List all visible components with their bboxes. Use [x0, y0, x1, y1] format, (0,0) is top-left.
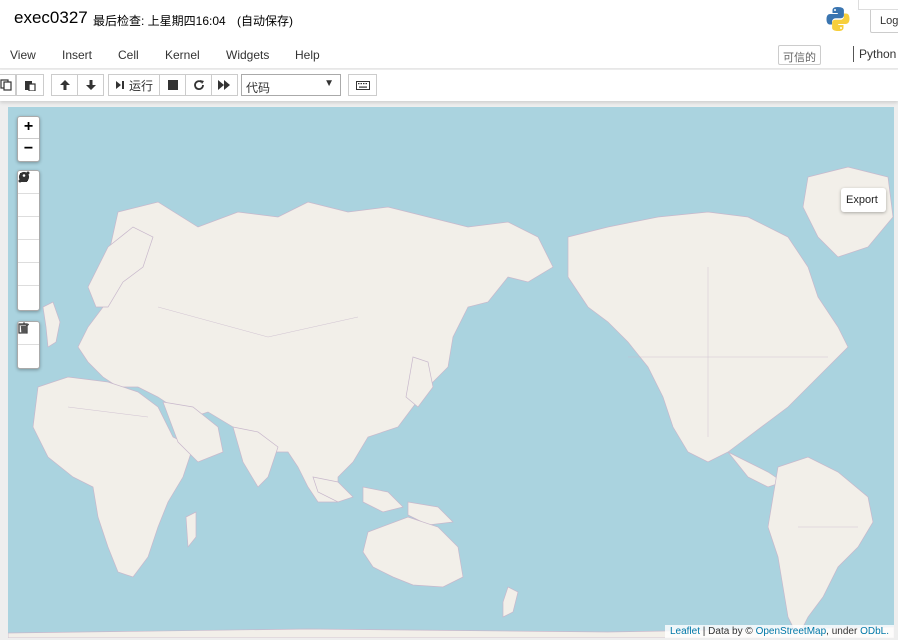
menu-kernel[interactable]: Kernel [165, 48, 200, 62]
draw-marker-button[interactable] [18, 173, 39, 286]
circle-marker-icon [18, 171, 30, 183]
map-view[interactable]: + − Export Leaflet | Data by © OpenStree… [8, 107, 894, 638]
copy-cell-button[interactable] [0, 74, 16, 96]
trusted-indicator[interactable]: 可信的 [778, 45, 821, 65]
menubar: View Insert Cell Kernel Widgets Help 可信的… [0, 42, 898, 69]
map-attribution: Leaflet | Data by © OpenStreetMap, under… [664, 625, 894, 638]
draw-polygon-button[interactable] [18, 172, 39, 217]
world-map-tiles [8, 166, 894, 638]
cell-type-select[interactable]: 代码 ▼ [241, 74, 341, 96]
osm-link[interactable]: OpenStreetMap [756, 626, 827, 637]
keyboard-icon [355, 80, 370, 90]
python-logo-icon [826, 7, 850, 31]
attribution-under: , under [826, 626, 858, 637]
chevron-down-icon: ▼ [324, 78, 334, 89]
trash-icon [20, 322, 28, 334]
arrow-up-icon [59, 80, 70, 90]
run-button[interactable]: 运行 [108, 74, 160, 96]
draw-toolbar [17, 170, 40, 311]
notebook-name[interactable]: exec0327 [14, 8, 88, 28]
command-palette-button[interactable] [348, 74, 377, 96]
leaflet-link[interactable]: Leaflet [670, 626, 700, 637]
checkpoint-status: 最后检查: 上星期四16:04 (自动保存) [93, 12, 293, 29]
run-label: 运行 [128, 78, 153, 93]
step-forward-icon [115, 81, 124, 89]
stop-button[interactable] [159, 74, 186, 96]
checkpoint-text: 最后检查: 上星期四16:04 [93, 14, 226, 28]
restart-run-all-button[interactable] [211, 74, 238, 96]
autosave-text: (自动保存) [237, 14, 294, 28]
menu-insert[interactable]: Insert [62, 48, 92, 62]
menu-help[interactable]: Help [295, 48, 320, 62]
edit-toolbar [17, 321, 40, 369]
move-up-button[interactable] [51, 74, 78, 96]
stop-icon [167, 80, 178, 90]
popup-fragment [858, 0, 898, 10]
paste-cell-button[interactable] [16, 74, 44, 96]
zoom-out-button[interactable]: − [18, 139, 39, 161]
cell-type-value: 代码 [246, 81, 271, 95]
menu-widgets[interactable]: Widgets [226, 48, 269, 62]
toolbar: 运行 代码 ▼ [0, 70, 898, 101]
logout-button[interactable]: Log [870, 8, 898, 33]
restart-icon [193, 80, 204, 91]
attribution-data-by: | Data by © [702, 626, 753, 637]
move-down-button[interactable] [77, 74, 104, 96]
kernel-indicator[interactable]: Python [853, 46, 896, 62]
fast-forward-icon [218, 80, 230, 90]
draw-circlemarker-button[interactable] [18, 171, 39, 309]
copy-icon [0, 79, 12, 91]
zoom-in-button[interactable]: + [18, 117, 39, 139]
menu-view[interactable]: View [10, 48, 36, 62]
delete-layers-button[interactable] [18, 322, 39, 368]
menu-cell[interactable]: Cell [118, 48, 139, 62]
arrow-down-icon [85, 80, 96, 90]
draw-circle-button[interactable] [18, 172, 39, 263]
export-button[interactable]: Export [841, 188, 886, 212]
zoom-control: + − [17, 116, 40, 162]
odbl-link[interactable]: ODbL. [860, 626, 889, 637]
notebook-header: exec0327 最后检查: 上星期四16:04 (自动保存) Log [0, 0, 898, 42]
restart-button[interactable] [185, 74, 212, 96]
paste-icon [25, 81, 36, 91]
draw-rectangle-button[interactable] [18, 173, 39, 240]
